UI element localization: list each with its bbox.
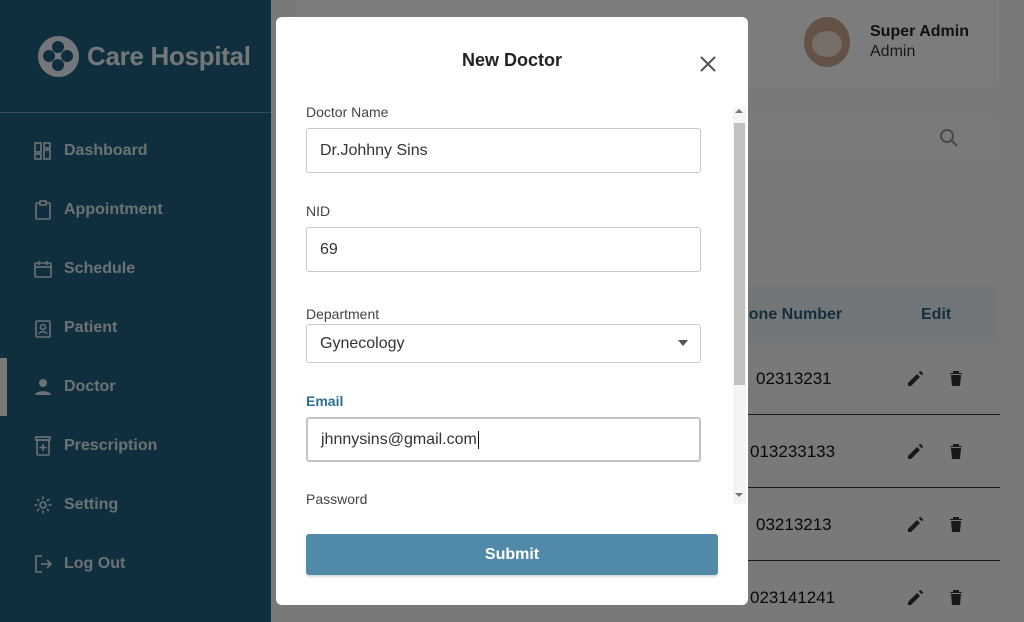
- text-cursor: [477, 430, 479, 449]
- nid-label: NID: [306, 203, 331, 219]
- email-label: Email: [306, 393, 344, 409]
- email-field[interactable]: jhnnysins@gmail.com: [306, 417, 701, 462]
- email-value: jhnnysins@gmail.com: [321, 430, 477, 448]
- scroll-down-arrow-icon[interactable]: [735, 493, 743, 497]
- department-select[interactable]: Gynecology: [306, 324, 701, 363]
- dialog-title: New Doctor: [461, 50, 562, 70]
- close-icon[interactable]: [696, 52, 720, 76]
- scrollbar-thumb[interactable]: [734, 123, 745, 385]
- department-selected-value: Gynecology: [320, 334, 405, 352]
- doctor-name-label: Doctor Name: [306, 104, 389, 120]
- new-doctor-dialog: New Doctor Doctor Name Dr.Johhny Sins NI…: [276, 17, 748, 605]
- nid-field[interactable]: 69: [306, 227, 701, 272]
- chevron-down-icon: [678, 340, 688, 346]
- department-label: Department: [306, 306, 380, 322]
- password-label: Password: [306, 491, 368, 507]
- scroll-up-arrow-icon[interactable]: [735, 109, 743, 113]
- submit-button[interactable]: Submit: [306, 534, 718, 575]
- doctor-name-field[interactable]: Dr.Johhny Sins: [306, 128, 701, 173]
